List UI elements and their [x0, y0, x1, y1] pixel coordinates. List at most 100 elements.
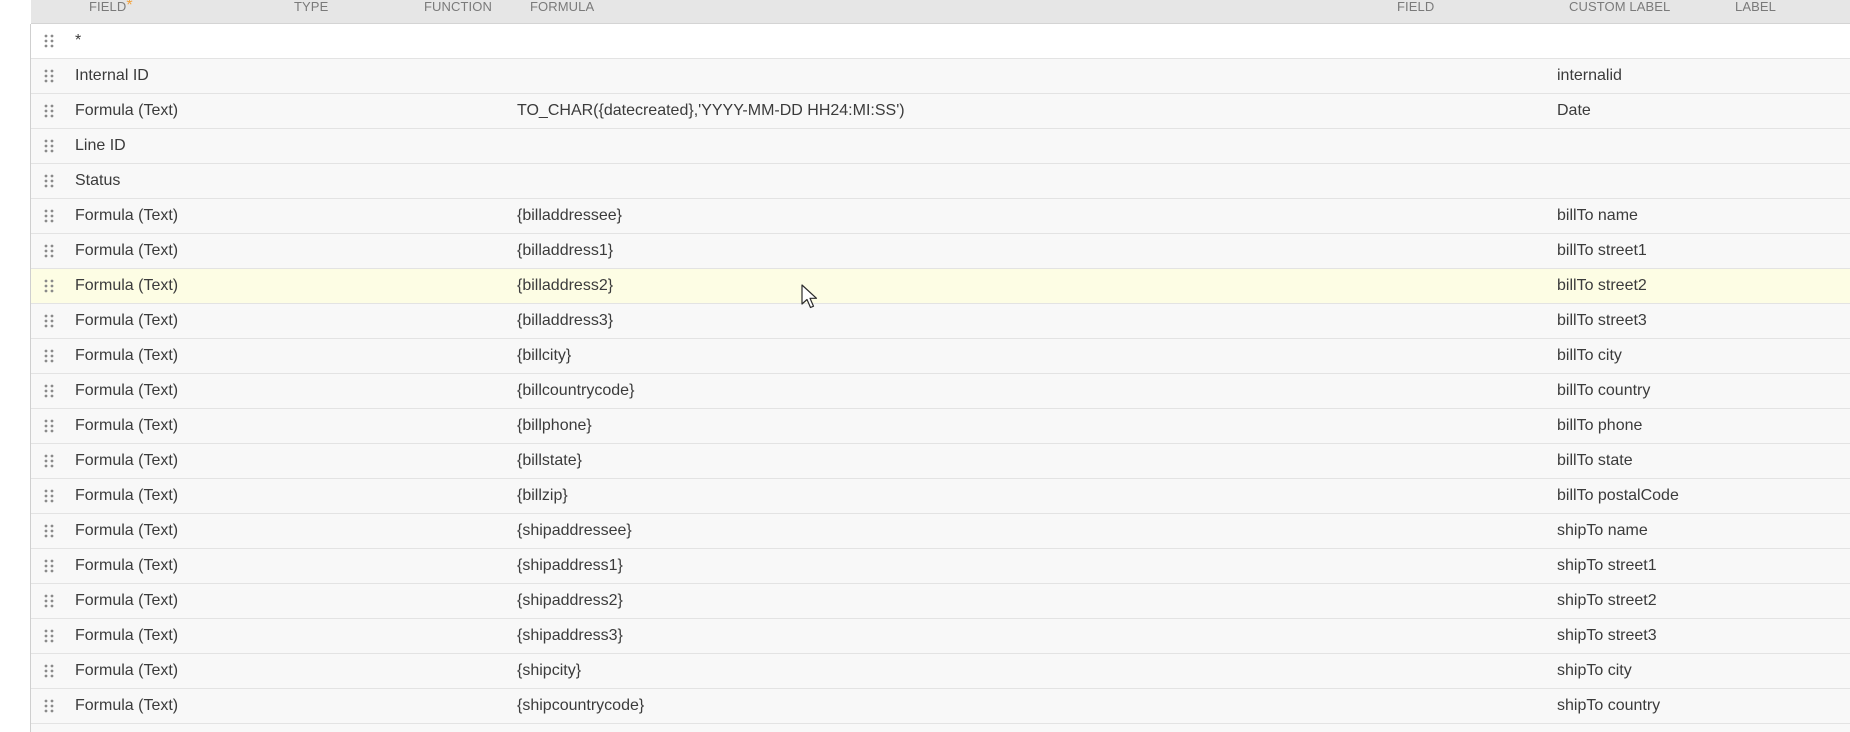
row-field[interactable]: Formula (Text): [75, 374, 178, 408]
row-formula[interactable]: {billphone}: [517, 409, 592, 443]
drag-handle-icon[interactable]: [44, 664, 54, 678]
row-formula[interactable]: {shipaddress2}: [517, 584, 623, 618]
row-field[interactable]: Formula (Text): [75, 304, 178, 338]
row-formula[interactable]: {shipaddressee}: [517, 514, 632, 548]
table-row[interactable]: Formula (Text) {billphone} billTo phone: [31, 409, 1850, 444]
row-custom-label[interactable]: billTo state: [1557, 444, 1633, 478]
header-field-secondary[interactable]: FIELD: [1397, 0, 1434, 16]
row-custom-label[interactable]: billTo name: [1557, 199, 1638, 233]
drag-handle-icon[interactable]: [44, 314, 54, 328]
row-custom-label[interactable]: Date: [1557, 94, 1591, 128]
row-formula[interactable]: {billaddress1}: [517, 234, 613, 268]
table-row[interactable]: Formula (Text) {billstate} billTo state: [31, 444, 1850, 479]
drag-handle-icon[interactable]: [44, 524, 54, 538]
header-type[interactable]: TYPE: [294, 0, 328, 16]
row-formula[interactable]: TO_CHAR({datecreated},'YYYY-MM-DD HH24:M…: [517, 94, 905, 128]
row-field[interactable]: Formula (Text): [75, 409, 178, 443]
table-row[interactable]: Formula (Text) {shipaddress1} shipTo stree…: [31, 549, 1850, 584]
drag-handle-icon[interactable]: [44, 174, 54, 188]
row-custom-label[interactable]: shipTo city: [1557, 654, 1632, 688]
row-formula[interactable]: {billcountrycode}: [517, 374, 634, 408]
header-formula[interactable]: FORMULA: [530, 0, 594, 16]
drag-handle-icon[interactable]: [44, 594, 54, 608]
header-function[interactable]: FUNCTION: [424, 0, 492, 16]
table-row[interactable]: Formula (Text) {billcity} billTo city: [31, 339, 1850, 374]
table-row[interactable]: Internal ID internalid: [31, 59, 1850, 94]
row-custom-label[interactable]: billTo street3: [1557, 304, 1647, 338]
table-row[interactable]: Formula (Text) {billzip} billTo postalCode: [31, 479, 1850, 514]
row-custom-label[interactable]: shipTo name: [1557, 514, 1648, 548]
row-formula[interactable]: {shipaddress3}: [517, 619, 623, 653]
drag-handle-icon[interactable]: [44, 384, 54, 398]
drag-handle-icon[interactable]: [44, 419, 54, 433]
drag-handle-icon[interactable]: [44, 454, 54, 468]
row-field[interactable]: Internal ID: [75, 59, 149, 93]
table-row[interactable]: Status: [31, 164, 1850, 199]
table-row[interactable]: Formula (Text) {billaddressee} billTo name: [31, 199, 1850, 234]
drag-handle-icon[interactable]: [44, 279, 54, 293]
row-field[interactable]: Formula (Text): [75, 339, 178, 373]
row-custom-label[interactable]: shipTo phone: [1557, 724, 1652, 732]
row-field[interactable]: *: [75, 24, 81, 58]
row-formula[interactable]: {shipcity}: [517, 654, 581, 688]
row-formula[interactable]: {shipcountrycode}: [517, 689, 644, 723]
drag-handle-icon[interactable]: [44, 629, 54, 643]
table-row[interactable]: Formula (Text) {billaddress3} billTo stree…: [31, 304, 1850, 339]
drag-handle-icon[interactable]: [44, 559, 54, 573]
row-formula[interactable]: {billaddress2}: [517, 269, 613, 303]
header-label[interactable]: LABEL: [1735, 0, 1776, 16]
drag-handle-icon[interactable]: [44, 699, 54, 713]
row-custom-label[interactable]: billTo city: [1557, 339, 1622, 373]
row-field[interactable]: Formula (Text): [75, 444, 178, 478]
table-row[interactable]: Formula (Text) {shipcountrycode} shipTo co…: [31, 689, 1850, 724]
row-field[interactable]: Formula (Text): [75, 199, 178, 233]
header-field[interactable]: FIELD*: [89, 0, 133, 16]
drag-handle-icon[interactable]: [44, 69, 54, 83]
row-custom-label[interactable]: billTo street1: [1557, 234, 1647, 268]
row-custom-label[interactable]: shipTo street2: [1557, 584, 1657, 618]
row-custom-label[interactable]: internalid: [1557, 59, 1622, 93]
row-formula[interactable]: {billcity}: [517, 339, 571, 373]
row-custom-label[interactable]: billTo street2: [1557, 269, 1647, 303]
table-row[interactable]: Formula (Text) {shipaddress3} shipTo stree…: [31, 619, 1850, 654]
row-formula[interactable]: {billstate}: [517, 444, 582, 478]
row-field[interactable]: Formula (Text): [75, 94, 178, 128]
row-field[interactable]: Formula (Text): [75, 689, 178, 723]
table-row[interactable]: Formula (Text) TO_CHAR({datecreated},'YYY…: [31, 94, 1850, 129]
row-formula[interactable]: {shipphone}: [517, 724, 602, 732]
row-custom-label[interactable]: billTo postalCode: [1557, 479, 1679, 513]
table-row[interactable]: Line ID: [31, 129, 1850, 164]
row-custom-label[interactable]: billTo phone: [1557, 409, 1642, 443]
row-field[interactable]: Formula (Text): [75, 514, 178, 548]
row-field[interactable]: Formula (Text): [75, 654, 178, 688]
row-field[interactable]: Formula (Text): [75, 619, 178, 653]
drag-handle-icon[interactable]: [44, 349, 54, 363]
row-custom-label[interactable]: billTo country: [1557, 374, 1650, 408]
row-field[interactable]: Status: [75, 164, 120, 198]
drag-handle-icon[interactable]: [44, 489, 54, 503]
table-row[interactable]: *: [31, 24, 1850, 59]
row-formula[interactable]: {billzip}: [517, 479, 568, 513]
row-custom-label[interactable]: shipTo country: [1557, 689, 1660, 723]
row-field[interactable]: Formula (Text): [75, 584, 178, 618]
table-row[interactable]: Formula (Text) {shipaddressee} shipTo name: [31, 514, 1850, 549]
row-custom-label[interactable]: shipTo street1: [1557, 549, 1657, 583]
table-row[interactable]: Formula (Text) {shipphone} shipTo phone: [31, 724, 1850, 732]
drag-handle-icon[interactable]: [44, 34, 54, 48]
table-row[interactable]: Formula (Text) {shipcity} shipTo city: [31, 654, 1850, 689]
table-row[interactable]: Formula (Text) {billcountrycode} billTo co…: [31, 374, 1850, 409]
row-field[interactable]: Line ID: [75, 129, 126, 163]
row-formula[interactable]: {billaddressee}: [517, 199, 622, 233]
table-row[interactable]: Formula (Text) {billaddress2} billTo stree…: [31, 269, 1850, 304]
row-field[interactable]: Formula (Text): [75, 724, 178, 732]
table-row[interactable]: Formula (Text) {billaddress1} billTo stree…: [31, 234, 1850, 269]
row-custom-label[interactable]: shipTo street3: [1557, 619, 1657, 653]
row-formula[interactable]: {shipaddress1}: [517, 549, 623, 583]
header-custom-label[interactable]: CUSTOM LABEL: [1569, 0, 1670, 16]
row-formula[interactable]: {billaddress3}: [517, 304, 613, 338]
row-field[interactable]: Formula (Text): [75, 234, 178, 268]
row-field[interactable]: Formula (Text): [75, 549, 178, 583]
table-row[interactable]: Formula (Text) {shipaddress2} shipTo stree…: [31, 584, 1850, 619]
drag-handle-icon[interactable]: [44, 244, 54, 258]
row-field[interactable]: Formula (Text): [75, 269, 178, 303]
